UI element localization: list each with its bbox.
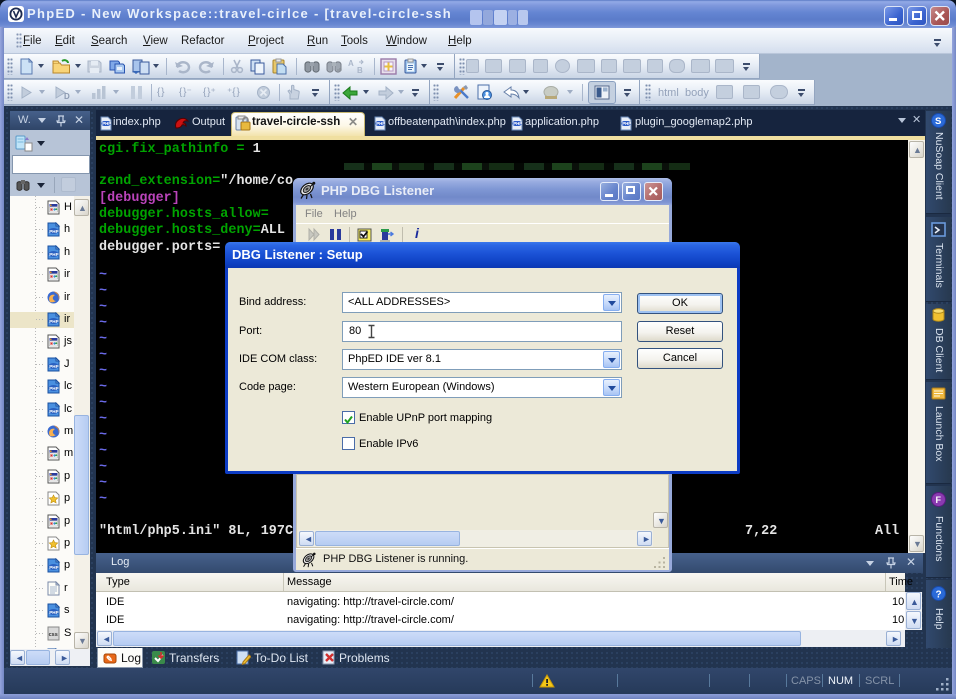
svg-text:B: B	[357, 66, 363, 75]
svg-text:F: F	[936, 495, 942, 505]
svg-text:PHP: PHP	[49, 386, 58, 391]
svg-text:PHP: PHP	[49, 409, 58, 414]
svg-text:PHP: PHP	[376, 121, 385, 126]
svg-text:PHP: PHP	[49, 229, 58, 234]
svg-text:PHP: PHP	[102, 121, 111, 126]
svg-text:PHP: PHP	[49, 364, 58, 369]
svg-text:PHP: PHP	[622, 121, 631, 126]
svg-text:?: ?	[936, 590, 942, 601]
svg-text:PHP: PHP	[513, 121, 522, 126]
svg-text:S: S	[935, 116, 941, 127]
svg-text:PHP: PHP	[49, 319, 58, 324]
svg-text:A: A	[348, 59, 354, 68]
svg-text:✎: ✎	[106, 655, 113, 664]
svg-text:PHP: PHP	[49, 565, 58, 570]
svg-text:css: css	[49, 632, 58, 638]
svg-text:D: D	[64, 92, 70, 101]
svg-text:PHP: PHP	[49, 610, 58, 615]
svg-text:PHP: PHP	[49, 252, 58, 257]
